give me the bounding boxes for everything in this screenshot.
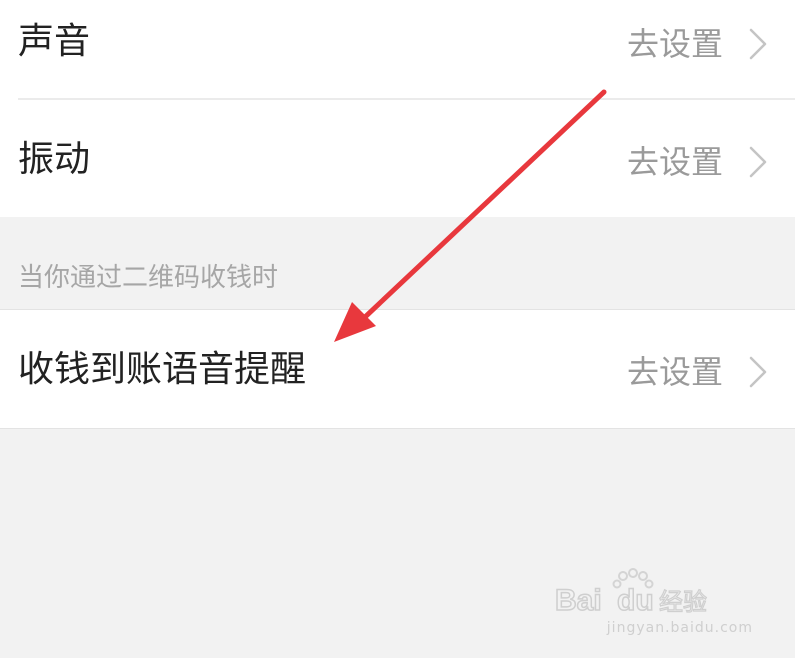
sound-setting-row[interactable]: 声音 去设置 [0, 0, 795, 98]
sound-label: 声音 [18, 21, 91, 62]
payment-voice-reminder-value: 去设置 [626, 353, 723, 391]
sound-settings-group: 声音 去设置 振动 去设置 [0, 0, 795, 217]
vibration-setting-row[interactable]: 振动 去设置 [0, 100, 795, 217]
sound-setting-value: 去设置 [626, 25, 723, 63]
svg-text:经验: 经验 [659, 588, 707, 616]
chevron-right-icon [749, 356, 767, 388]
baidu-jingyan-watermark-icon: Bai du 经验 [555, 568, 708, 618]
payment-voice-reminder-row[interactable]: 收钱到账语音提醒 去设置 [0, 310, 795, 428]
payment-settings-group: 收钱到账语音提醒 去设置 [0, 309, 795, 429]
chevron-right-icon [749, 146, 767, 178]
section-header: 当你通过二维码收钱时 [18, 263, 279, 293]
vibration-label: 振动 [18, 139, 91, 180]
svg-text:du: du [617, 584, 654, 617]
settings-screen: 声音 去设置 振动 去设置 当你通过二维码收钱时 收钱到账语音提醒 去设置 Ba… [0, 0, 795, 658]
watermark-url: jingyan.baidu.com [606, 620, 753, 636]
svg-text:Bai: Bai [555, 584, 602, 617]
payment-voice-reminder-label: 收钱到账语音提醒 [18, 349, 307, 390]
vibration-setting-value: 去设置 [626, 143, 723, 181]
chevron-right-icon [749, 28, 767, 60]
